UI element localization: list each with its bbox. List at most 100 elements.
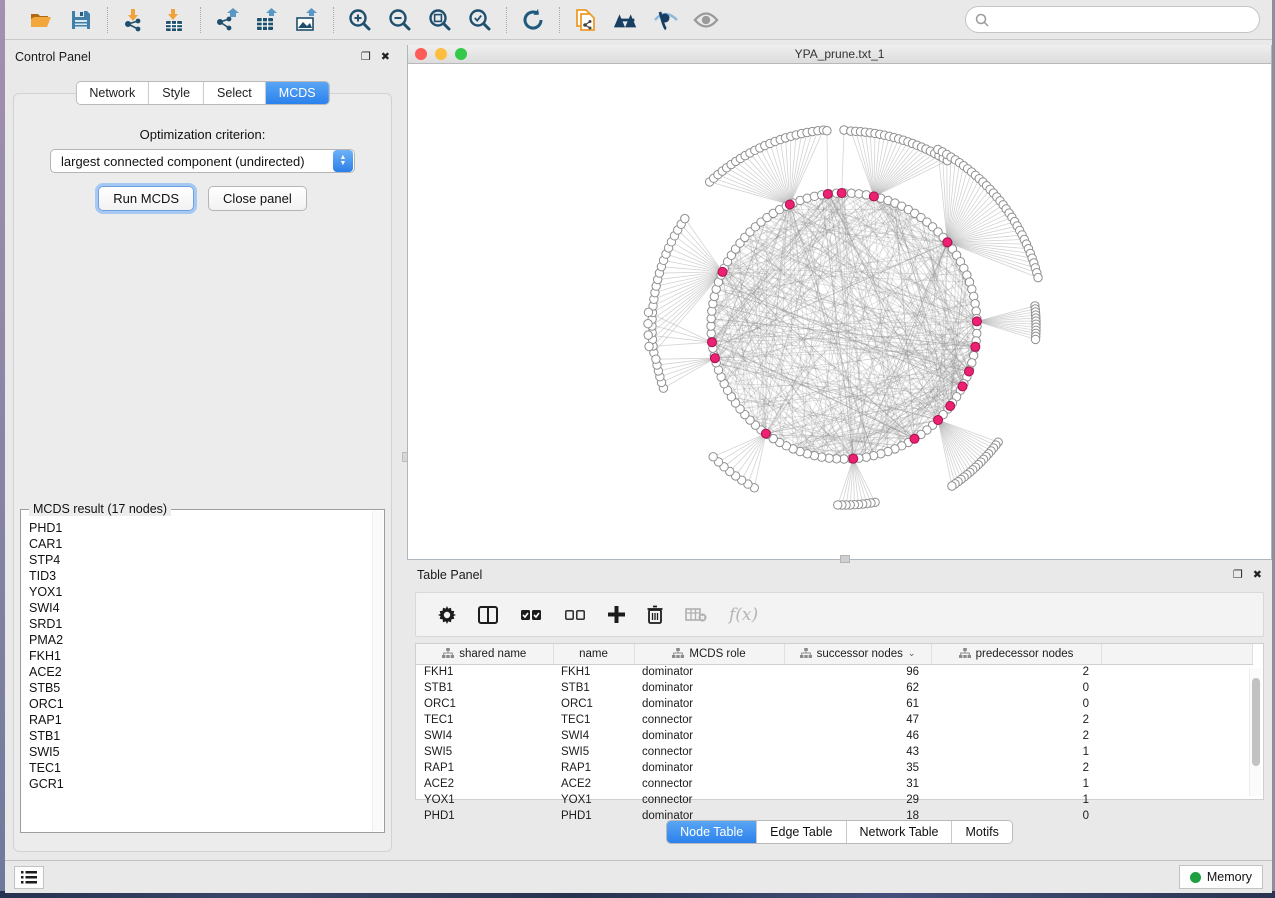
- column-header-name[interactable]: name: [553, 644, 634, 664]
- column-header-shared-name[interactable]: shared name: [416, 644, 553, 664]
- network-graph[interactable]: [408, 64, 1271, 558]
- column-header-empty[interactable]: [1101, 644, 1252, 664]
- column-header-predecessor-nodes[interactable]: predecessor nodes: [931, 644, 1101, 664]
- export-image-icon[interactable]: [294, 7, 320, 33]
- table-settings-icon[interactable]: [438, 606, 456, 624]
- table-row[interactable]: ORC1ORC1dominator610: [416, 696, 1252, 712]
- duplicate-network-icon[interactable]: [573, 7, 599, 33]
- network-leaf-node[interactable]: [834, 501, 842, 509]
- network-leaf-node[interactable]: [709, 453, 717, 461]
- network-leaf-node[interactable]: [644, 308, 652, 316]
- search-field[interactable]: [965, 6, 1260, 33]
- tab-select[interactable]: Select: [203, 82, 265, 104]
- delete-table-icon[interactable]: [685, 607, 707, 622]
- table-row[interactable]: FKH1FKH1dominator962: [416, 664, 1252, 680]
- mcds-result-item[interactable]: CAR1: [29, 536, 384, 552]
- import-network-icon[interactable]: [121, 7, 147, 33]
- tab-edge-table[interactable]: Edge Table: [756, 821, 845, 843]
- mcds-hub-node[interactable]: [943, 238, 952, 247]
- mcds-result-item[interactable]: ACE2: [29, 664, 384, 680]
- horizontal-splitter-handle[interactable]: [840, 555, 850, 563]
- zoom-fit-icon[interactable]: [427, 7, 453, 33]
- mcds-result-item[interactable]: TID3: [29, 568, 384, 584]
- table-row[interactable]: STB1STB1dominator620: [416, 680, 1252, 696]
- table-row[interactable]: SWI4SWI4dominator462: [416, 728, 1252, 744]
- network-leaf-node[interactable]: [644, 331, 652, 339]
- run-mcds-button[interactable]: Run MCDS: [98, 186, 194, 211]
- export-network-icon[interactable]: [214, 7, 240, 33]
- table-row[interactable]: RAP1RAP1dominator352: [416, 760, 1252, 776]
- mcds-result-item[interactable]: FKH1: [29, 648, 384, 664]
- mcds-hub-node[interactable]: [707, 338, 716, 347]
- select-all-icon[interactable]: [520, 608, 542, 622]
- delete-column-icon[interactable]: [647, 605, 663, 624]
- close-panel-button[interactable]: Close panel: [208, 186, 307, 211]
- table-row[interactable]: ACE2ACE2connector311: [416, 776, 1252, 792]
- mcds-hub-node[interactable]: [964, 367, 973, 376]
- column-header-successor-nodes[interactable]: successor nodes⌄: [784, 644, 931, 664]
- network-window-titlebar[interactable]: YPA_prune.txt_1: [408, 45, 1271, 64]
- open-session-icon[interactable]: [28, 7, 54, 33]
- tab-mcds[interactable]: MCDS: [265, 82, 329, 104]
- export-table-icon[interactable]: [254, 7, 280, 33]
- mcds-hub-node[interactable]: [971, 342, 980, 351]
- mcds-result-list[interactable]: PHD1CAR1STP4TID3YOX1SWI4SRD1PMA2FKH1ACE2…: [21, 510, 384, 792]
- zoom-out-icon[interactable]: [387, 7, 413, 33]
- mcds-result-item[interactable]: PMA2: [29, 632, 384, 648]
- table-row[interactable]: TEC1TEC1connector472: [416, 712, 1252, 728]
- tab-network[interactable]: Network: [76, 82, 148, 104]
- function-builder-icon[interactable]: f(x): [729, 605, 758, 625]
- mcds-result-item[interactable]: GCR1: [29, 776, 384, 792]
- show-all-icon[interactable]: [693, 7, 719, 33]
- table-scrollbar[interactable]: [1249, 668, 1261, 796]
- mcds-hub-node[interactable]: [972, 317, 981, 326]
- mcds-result-item[interactable]: STB1: [29, 728, 384, 744]
- memory-button[interactable]: Memory: [1179, 865, 1263, 889]
- import-table-icon[interactable]: [161, 7, 187, 33]
- network-leaf-node[interactable]: [1031, 335, 1039, 343]
- result-scrollbar[interactable]: [372, 511, 383, 831]
- mcds-result-item[interactable]: STP4: [29, 552, 384, 568]
- mcds-result-item[interactable]: SRD1: [29, 616, 384, 632]
- save-session-icon[interactable]: [68, 7, 94, 33]
- mcds-hub-node[interactable]: [934, 416, 943, 425]
- optimization-criterion-select[interactable]: largest connected component (undirected)…: [50, 149, 355, 173]
- float-panel-icon[interactable]: ❐: [361, 52, 371, 63]
- tab-motifs[interactable]: Motifs: [951, 821, 1011, 843]
- mcds-hub-node[interactable]: [869, 192, 878, 201]
- table-scrollbar-thumb[interactable]: [1252, 678, 1260, 766]
- network-leaf-node[interactable]: [645, 342, 653, 350]
- search-input[interactable]: [994, 7, 1259, 32]
- mcds-hub-node[interactable]: [837, 189, 846, 198]
- mcds-hub-node[interactable]: [910, 434, 919, 443]
- mcds-result-item[interactable]: SWI4: [29, 600, 384, 616]
- zoom-selected-icon[interactable]: [467, 7, 493, 33]
- mcds-result-item[interactable]: PHD1: [29, 520, 384, 536]
- task-history-button[interactable]: [14, 866, 44, 889]
- float-panel-icon[interactable]: ❐: [1233, 570, 1243, 581]
- mcds-result-item[interactable]: SWI5: [29, 744, 384, 760]
- network-leaf-node[interactable]: [644, 320, 652, 328]
- add-column-icon[interactable]: [608, 606, 625, 623]
- network-overview-icon[interactable]: [613, 7, 639, 33]
- hide-selected-icon[interactable]: [653, 7, 679, 33]
- tab-node-table[interactable]: Node Table: [667, 821, 756, 843]
- mcds-hub-node[interactable]: [761, 429, 770, 438]
- mcds-hub-node[interactable]: [946, 402, 955, 411]
- show-columns-icon[interactable]: [478, 606, 498, 624]
- mcds-hub-node[interactable]: [958, 382, 967, 391]
- close-panel-icon[interactable]: ✖: [1253, 570, 1262, 581]
- mcds-hub-node[interactable]: [718, 267, 727, 276]
- zoom-in-icon[interactable]: [347, 7, 373, 33]
- column-header-MCDS-role[interactable]: MCDS role: [634, 644, 784, 664]
- mcds-result-item[interactable]: ORC1: [29, 696, 384, 712]
- network-leaf-node[interactable]: [681, 214, 689, 222]
- mcds-hub-node[interactable]: [849, 454, 858, 463]
- network-leaf-node[interactable]: [948, 482, 956, 490]
- tab-network-table[interactable]: Network Table: [846, 821, 952, 843]
- network-canvas[interactable]: [408, 64, 1271, 559]
- close-panel-icon[interactable]: ✖: [381, 52, 390, 63]
- mcds-hub-node[interactable]: [710, 354, 719, 363]
- refresh-icon[interactable]: [520, 7, 546, 33]
- mcds-result-item[interactable]: TEC1: [29, 760, 384, 776]
